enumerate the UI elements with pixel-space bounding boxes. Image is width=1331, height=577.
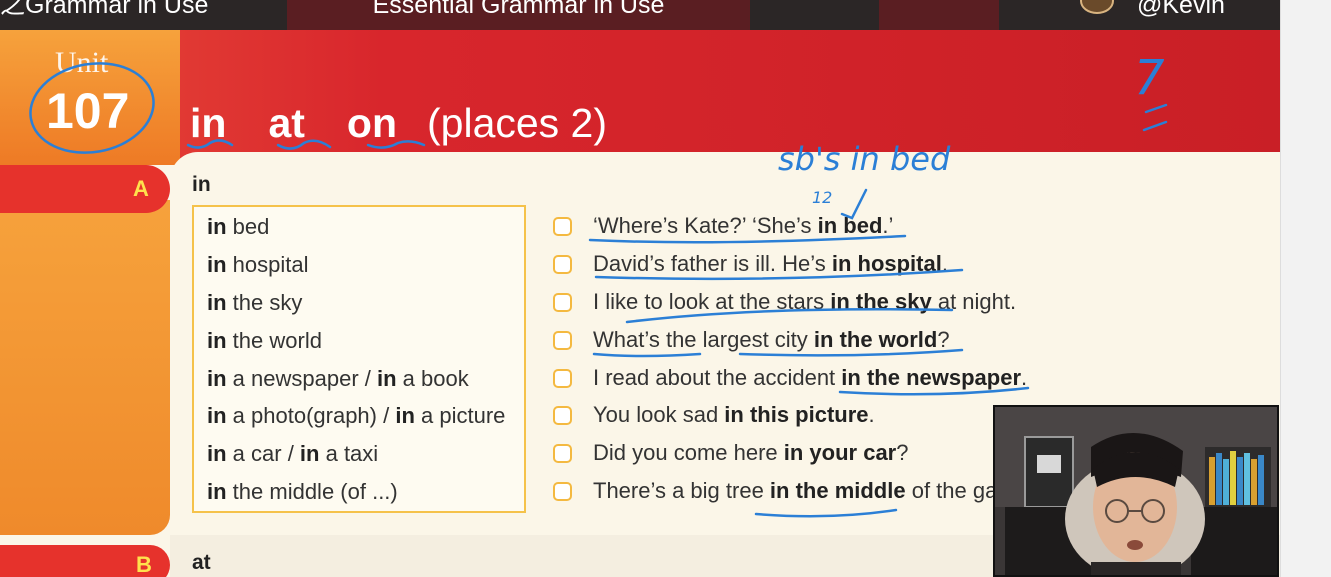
example-sentence: David’s father is ill. He’s in hospital. bbox=[593, 251, 948, 276]
book-title: Essential Grammar in Use bbox=[372, 0, 665, 19]
example-checkbox[interactable] bbox=[553, 405, 572, 425]
handwritten-note-small: 12 bbox=[812, 188, 833, 207]
bold-phrase: in this picture bbox=[724, 402, 869, 427]
section-b-title: at bbox=[192, 551, 211, 574]
phrase-box: in bed in hospital in the sky in the wor… bbox=[192, 205, 526, 513]
example-sentence: Did you come here in your car? bbox=[593, 440, 909, 465]
unit-badge: Unit 107 bbox=[0, 30, 180, 165]
phrase-item: in the world bbox=[207, 328, 322, 353]
title-keyword-on: on bbox=[346, 100, 397, 146]
example-sentence: I like to look at the stars in the sky a… bbox=[593, 289, 1017, 314]
blank-tab[interactable] bbox=[879, 0, 999, 30]
phrase-item: in the middle (of ...) bbox=[207, 479, 398, 504]
phrase-item: in the sky bbox=[207, 290, 303, 315]
bold-phrase: in bbox=[207, 290, 227, 315]
example-row: David’s father is ill. He’s in hospital. bbox=[553, 249, 948, 279]
bold-phrase: in bbox=[207, 328, 227, 353]
unit-number: 107 bbox=[46, 83, 130, 139]
webcam-video-frame bbox=[995, 407, 1277, 575]
example-checkbox[interactable] bbox=[553, 216, 572, 236]
section-a-sidebar bbox=[0, 200, 170, 535]
bold-phrase: in the middle bbox=[769, 478, 906, 503]
handwritten-mark: 7 bbox=[1134, 50, 1165, 106]
example-sentence: What’s the largest city in the world? bbox=[593, 327, 950, 352]
bold-phrase: in bbox=[207, 366, 227, 391]
section-b-letter: B bbox=[136, 552, 152, 577]
section-a-tab: A bbox=[0, 165, 170, 213]
example-row: Did you come here in your car? bbox=[553, 438, 909, 468]
example-row: ‘Where’s Kate?’ ‘She’s in bed.’ bbox=[553, 211, 893, 241]
example-checkbox[interactable] bbox=[553, 443, 572, 463]
phrase-item: in a photo(graph) / in a picture bbox=[207, 403, 506, 428]
bold-phrase: in the newspaper bbox=[841, 365, 1022, 390]
app-title-tab[interactable]: 之Grammar in Use bbox=[0, 0, 270, 30]
bold-phrase: in bbox=[299, 441, 320, 466]
book-title-tab[interactable]: Essential Grammar in Use bbox=[287, 0, 750, 30]
author-tab: @Kevin bbox=[1000, 0, 1280, 30]
phrase-item: in a newspaper / in a book bbox=[207, 366, 469, 391]
bold-phrase: in hospital bbox=[831, 251, 942, 276]
section-b-tab: B bbox=[0, 545, 170, 577]
example-row: You look sad in this picture. bbox=[553, 400, 875, 430]
bold-phrase: in bbox=[207, 214, 227, 239]
author-name: @Kevin bbox=[1137, 0, 1225, 19]
example-checkbox[interactable] bbox=[553, 292, 572, 312]
title-keyword-in: in bbox=[190, 100, 227, 146]
bold-phrase: in bbox=[207, 403, 227, 428]
example-checkbox[interactable] bbox=[553, 254, 572, 274]
example-row: I read about the accident in the newspap… bbox=[553, 363, 1027, 393]
bold-phrase: in bbox=[207, 252, 227, 277]
unit-title: in at on (places 2) bbox=[190, 100, 607, 147]
title-bar: 之Grammar in Use Essential Grammar in Use… bbox=[0, 0, 1280, 30]
example-sentence: I read about the accident in the newspap… bbox=[593, 365, 1028, 390]
bold-phrase: in your car bbox=[783, 440, 897, 465]
webcam-feed[interactable] bbox=[993, 405, 1279, 577]
example-checkbox[interactable] bbox=[553, 330, 572, 350]
bold-phrase: in bbox=[395, 403, 415, 428]
phrase-item: in bed bbox=[207, 214, 270, 239]
bold-phrase: in bbox=[377, 366, 397, 391]
title-keyword-at: at bbox=[268, 100, 305, 146]
section-a-letter: A bbox=[133, 176, 149, 201]
example-checkbox[interactable] bbox=[553, 481, 572, 501]
phrase-item: in hospital bbox=[207, 252, 309, 277]
bold-phrase: in the world bbox=[813, 327, 938, 352]
right-gutter bbox=[1280, 0, 1331, 577]
unit-label: Unit bbox=[55, 46, 109, 79]
example-sentence: There’s a big tree in the middle of the … bbox=[593, 478, 998, 503]
example-row: What’s the largest city in the world? bbox=[553, 325, 950, 355]
bold-phrase: in bbox=[207, 441, 227, 466]
handwritten-note: sb's in bed bbox=[778, 140, 951, 178]
example-sentence: ‘Where’s Kate?’ ‘She’s in bed.’ bbox=[593, 213, 894, 238]
example-sentence: You look sad in this picture. bbox=[593, 402, 875, 427]
example-checkbox[interactable] bbox=[553, 368, 572, 388]
section-a-title: in bbox=[192, 173, 211, 196]
bold-phrase: in bed bbox=[817, 213, 883, 238]
title-subtitle: (places 2) bbox=[427, 100, 608, 146]
example-row: There’s a big tree in the middle of the … bbox=[553, 476, 997, 506]
example-row: I like to look at the stars in the sky a… bbox=[553, 287, 1016, 317]
bold-phrase: in the sky bbox=[830, 289, 932, 314]
app-title: 之Grammar in Use bbox=[0, 0, 209, 19]
bold-phrase: in bbox=[207, 479, 227, 504]
phrase-item: in a car / in a taxi bbox=[207, 441, 379, 466]
content-panel-top bbox=[170, 152, 1280, 192]
